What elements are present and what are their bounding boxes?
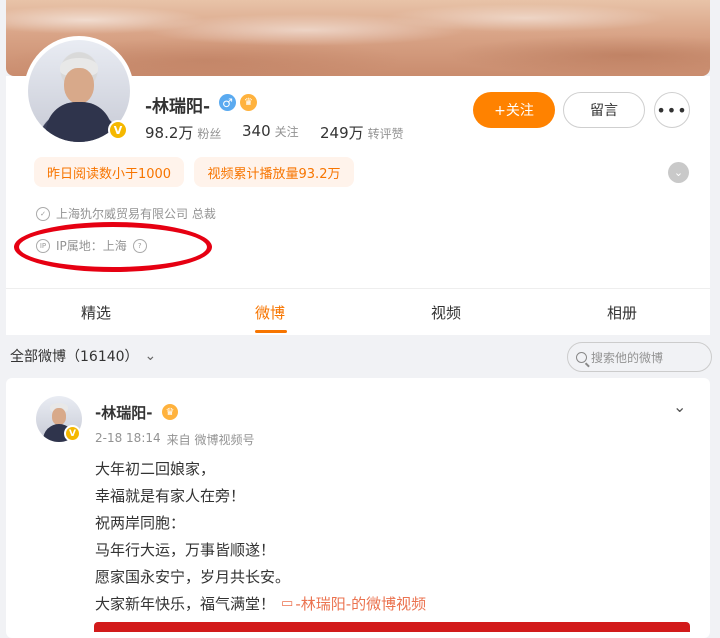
male-gender-icon: ♂ [219,94,236,111]
highlight-circle [14,222,212,272]
post-line: 祝两岸同胞： [95,514,186,532]
follow-button[interactable]: +关注 [473,92,555,128]
tab-bar: 精选 微博 视频 相册 [6,288,710,335]
video-link[interactable]: ▭ -林瑞阳-的微博视频 [281,593,426,614]
verified-badge-icon: V [108,120,128,140]
video-plays-chip[interactable]: 视频累计播放量93.2万 [194,157,354,187]
tab-album[interactable]: 相册 [572,289,672,335]
post-meta: 2-18 18:14 来自 微博视频号 [95,431,254,448]
reading-count-chip[interactable]: 昨日阅读数小于1000 [34,157,184,187]
weibo-filter-dropdown[interactable]: 全部微博（16140） ⌄ [10,346,156,366]
post-time[interactable]: 2-18 18:14 [95,431,161,448]
tab-video[interactable]: 视频 [396,289,496,335]
post-menu-chevron-icon[interactable]: ⌄ [673,397,686,416]
stat-following[interactable]: 340 关注 [242,122,299,140]
message-button[interactable]: 留言 [563,92,645,128]
company-info: ✓ 上海犰尔威贸易有限公司 总裁 [36,205,216,222]
crown-icon: ♛ [162,404,178,420]
stat-followers[interactable]: 98.2万 粉丝 [145,122,221,143]
post-line: 幸福就是有家人在旁！ [95,487,246,505]
post-source[interactable]: 来自 微博视频号 [167,431,255,448]
verified-badge-icon: V [64,425,81,442]
tab-weibo[interactable]: 微博 [220,289,320,335]
profile-name: -林瑞阳- [145,97,211,117]
post-author[interactable]: -林瑞阳- [95,402,152,423]
video-icon: ▭ [281,596,294,611]
chevron-down-icon: ⌄ [144,348,157,364]
tab-featured[interactable]: 精选 [46,289,146,335]
expand-chevron-icon[interactable]: ⌄ [668,162,689,183]
more-options-button[interactable]: ••• [654,92,690,128]
search-icon [576,351,590,368]
post-media[interactable] [94,622,690,632]
stat-interactions[interactable]: 249万 转评赞 [320,122,404,143]
post-line: 马年行大运，万事皆顺遂！ [95,541,276,559]
search-input[interactable]: 搜索他的微博 [567,342,712,372]
post-line: 愿家国永安宁，岁月共长安。 [95,568,291,586]
post-line: 大年初二回娘家， [95,460,216,478]
active-tab-indicator [255,330,287,333]
crown-icon: ♛ [240,94,257,111]
post-line-last: 大家新年快乐，福气满堂！ ▭ -林瑞阳-的微博视频 [95,593,427,614]
shield-icon: ✓ [36,206,50,221]
